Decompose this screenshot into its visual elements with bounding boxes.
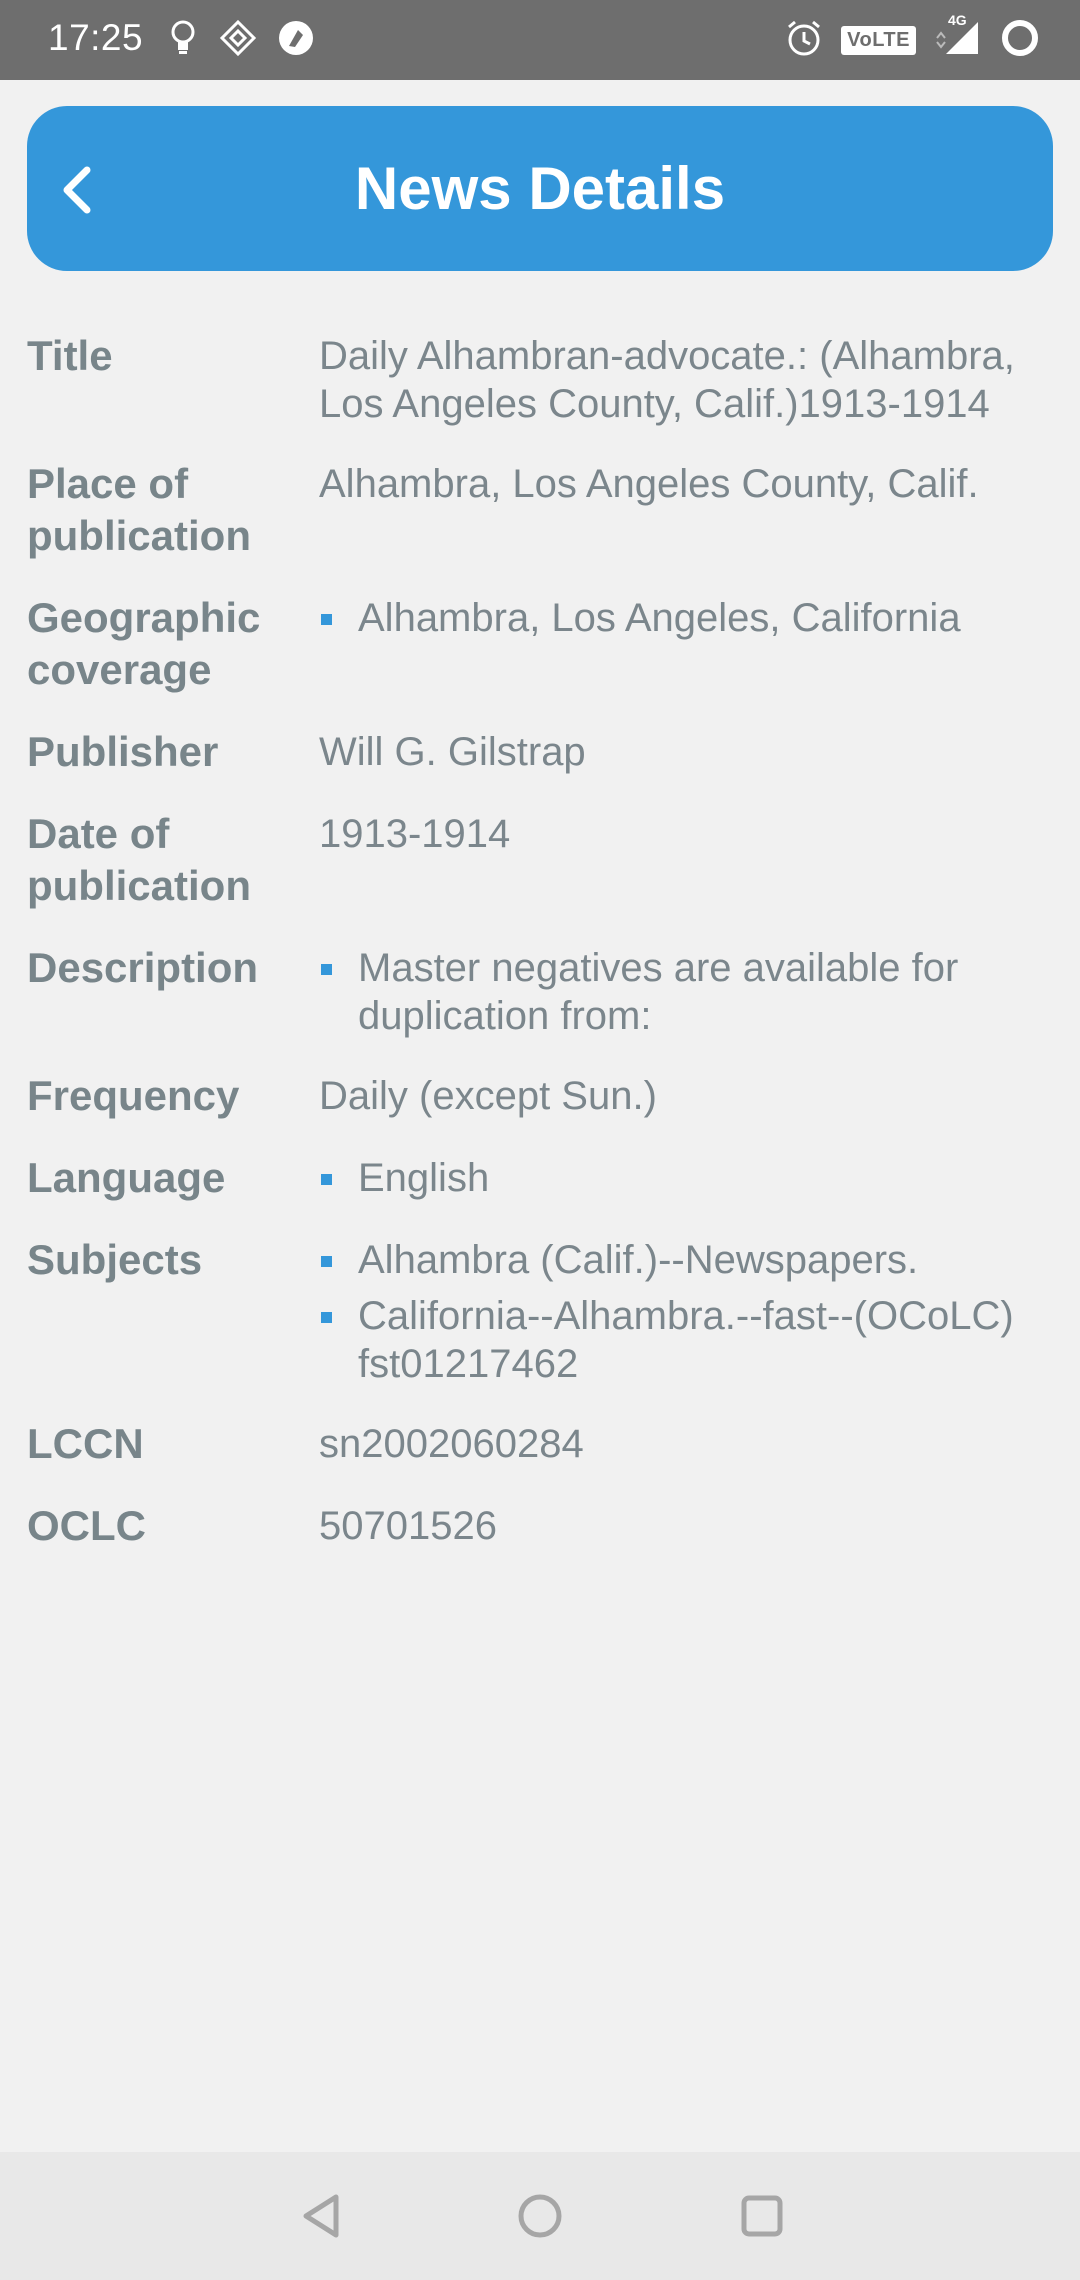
bulb-icon [166, 18, 200, 63]
status-bar: 17:25 VoLTE 4G [0, 0, 1080, 80]
app-shortcut-icon [276, 18, 316, 63]
volte-badge: VoLTE [841, 26, 916, 55]
battery-ring-icon [1000, 18, 1040, 63]
bullet-square-icon [321, 614, 332, 625]
nav-back-button[interactable] [289, 2184, 353, 2248]
bullet-list: English [319, 1154, 1053, 1202]
detail-label: Language [27, 1154, 226, 1201]
bullet-list: Master negatives are available for dupli… [319, 944, 1053, 1040]
status-left-icons [166, 18, 316, 63]
detail-value: 50701526 [319, 1504, 497, 1548]
detail-value: Daily Alhambran-advocate.: (Alhambra, Lo… [319, 334, 1015, 426]
detail-value: Daily (except Sun.) [319, 1074, 657, 1118]
list-item: Alhambra, Los Angeles, California [319, 594, 1053, 642]
detail-row-title: Title Daily Alhambran-advocate.: (Alhamb… [27, 330, 1053, 428]
detail-row-description: Description Master negatives are availab… [27, 942, 1053, 1040]
detail-label: OCLC [27, 1502, 146, 1549]
list-item: California--Alhambra.--fast--(OCoLC) fst… [319, 1292, 1053, 1388]
system-nav-bar [0, 2152, 1080, 2280]
page-title: News Details [354, 155, 726, 222]
nav-home-button[interactable] [508, 2184, 572, 2248]
detail-row-frequency: Frequency Daily (except Sun.) [27, 1070, 1053, 1122]
detail-row-lccn: LCCN sn2002060284 [27, 1418, 1053, 1470]
list-item: Alhambra (Calif.)--Newspapers. [319, 1236, 1053, 1284]
detail-row-language: Language English [27, 1152, 1053, 1204]
home-circle-icon [518, 2194, 562, 2238]
signal-4g-icon: 4G [934, 12, 982, 63]
chevron-left-icon [63, 166, 91, 214]
nav-recents-button[interactable] [730, 2184, 794, 2248]
detail-row-place: Place of publication Alhambra, Los Angel… [27, 458, 1053, 562]
detail-label: LCCN [27, 1420, 144, 1467]
back-triangle-icon [303, 2194, 339, 2238]
detail-label: Geographic coverage [27, 594, 261, 693]
detail-label: Frequency [27, 1072, 240, 1119]
bullet-list: Alhambra, Los Angeles, California [319, 594, 1053, 642]
detail-row-oclc: OCLC 50701526 [27, 1500, 1053, 1552]
detail-label: Place of publication [27, 460, 251, 559]
alarm-icon [785, 18, 823, 63]
detail-label: Subjects [27, 1236, 203, 1283]
detail-row-date: Date of publication 1913-1914 [27, 808, 1053, 912]
detail-row-publisher: Publisher Will G. Gilstrap [27, 726, 1053, 778]
detail-value: Will G. Gilstrap [319, 730, 586, 774]
detail-label: Date of publication [27, 810, 251, 909]
detail-label: Description [27, 944, 259, 991]
detail-row-subjects: Subjects Alhambra (Calif.)--Newspapers. … [27, 1234, 1053, 1388]
bullet-square-icon [321, 1312, 332, 1323]
list-item: Master negatives are available for dupli… [319, 944, 1053, 1040]
status-right-icons: VoLTE 4G [785, 12, 1040, 63]
detail-value: Alhambra, Los Angeles County, Calif. [319, 462, 979, 506]
detail-label: Title [27, 332, 113, 379]
back-button[interactable] [55, 150, 145, 230]
detail-value: 1913-1914 [319, 812, 511, 856]
bullet-square-icon [321, 1256, 332, 1267]
bullet-list: Alhambra (Calif.)--Newspapers. Californi… [319, 1236, 1053, 1388]
bullet-square-icon [321, 1174, 332, 1185]
details-list: Title Daily Alhambran-advocate.: (Alhamb… [27, 330, 1053, 1582]
detail-value: sn2002060284 [319, 1422, 584, 1466]
list-item: English [319, 1154, 1053, 1202]
status-time: 17:25 [48, 17, 144, 58]
recents-square-icon [741, 2195, 783, 2237]
network-label: 4G [948, 12, 967, 28]
detail-row-geographic: Geographic coverage Alhambra, Los Angele… [27, 592, 1053, 696]
bullet-square-icon [321, 964, 332, 975]
detail-label: Publisher [27, 728, 219, 775]
diamond-app-icon [218, 18, 258, 63]
app-bar: News Details [27, 106, 1053, 271]
